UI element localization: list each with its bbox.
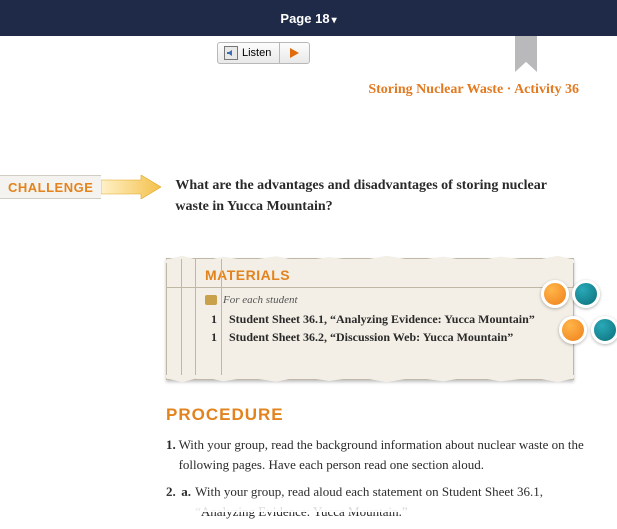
listen-button[interactable]: Listen	[218, 43, 279, 63]
materials-subhead-text: For each student	[223, 294, 298, 306]
rule-line	[221, 259, 222, 379]
resource-badge-icon[interactable]	[559, 316, 587, 344]
page-label: Page 18	[280, 11, 329, 26]
rule-line	[195, 259, 196, 379]
header-topic: Storing Nuclear Waste	[368, 82, 503, 97]
page-indicator[interactable]: Page 18▾	[280, 11, 336, 26]
materials-item: 1 Student Sheet 36.1, “Analyzing Evidenc…	[205, 310, 563, 328]
challenge-text: What are the advantages and disadvantage…	[175, 175, 575, 217]
listen-label: Listen	[242, 47, 271, 59]
resource-badge-icon[interactable]	[591, 316, 617, 344]
play-button[interactable]	[279, 43, 309, 63]
step-text: With your group, read the background inf…	[179, 435, 586, 474]
materials-box: MATERIALS For each student 1 Student She…	[166, 258, 574, 380]
materials-heading: MATERIALS	[167, 267, 573, 288]
materials-text: Student Sheet 36.1, “Analyzing Evidence:…	[229, 310, 563, 328]
materials-subhead: For each student	[205, 294, 563, 306]
procedure-step: 1. With your group, read the background …	[166, 435, 586, 474]
play-icon	[290, 48, 299, 58]
chevron-down-icon: ▾	[332, 15, 337, 26]
fade-overlay	[0, 494, 617, 512]
materials-text: Student Sheet 36.2, “Discussion Web: Yuc…	[229, 328, 563, 346]
materials-item: 1 Student Sheet 36.2, “Discussion Web: Y…	[205, 328, 563, 346]
materials-qty: 1	[205, 328, 217, 346]
header-sep: ·	[503, 82, 514, 97]
resource-badge-icon[interactable]	[572, 280, 600, 308]
arrow-right-icon	[101, 175, 161, 199]
rule-line	[181, 259, 182, 379]
page-header: Storing Nuclear Waste · Activity 36	[368, 82, 579, 98]
header-activity: Activity 36	[514, 82, 579, 97]
materials-body: For each student 1 Student Sheet 36.1, “…	[167, 288, 573, 352]
bookmark-icon[interactable]	[515, 36, 537, 72]
speaker-icon	[224, 46, 238, 60]
listen-toolbar: Listen	[217, 42, 310, 64]
resource-badge-icon[interactable]	[541, 280, 569, 308]
challenge-tag: CHALLENGE	[0, 175, 101, 199]
challenge-section: CHALLENGE What are the advantages and di…	[0, 175, 575, 217]
materials-qty: 1	[205, 310, 217, 328]
top-bar: Page 18▾	[0, 0, 617, 36]
step-number: 1.	[166, 435, 179, 474]
procedure-heading: PROCEDURE	[166, 405, 586, 425]
bullet-icon	[205, 295, 217, 305]
